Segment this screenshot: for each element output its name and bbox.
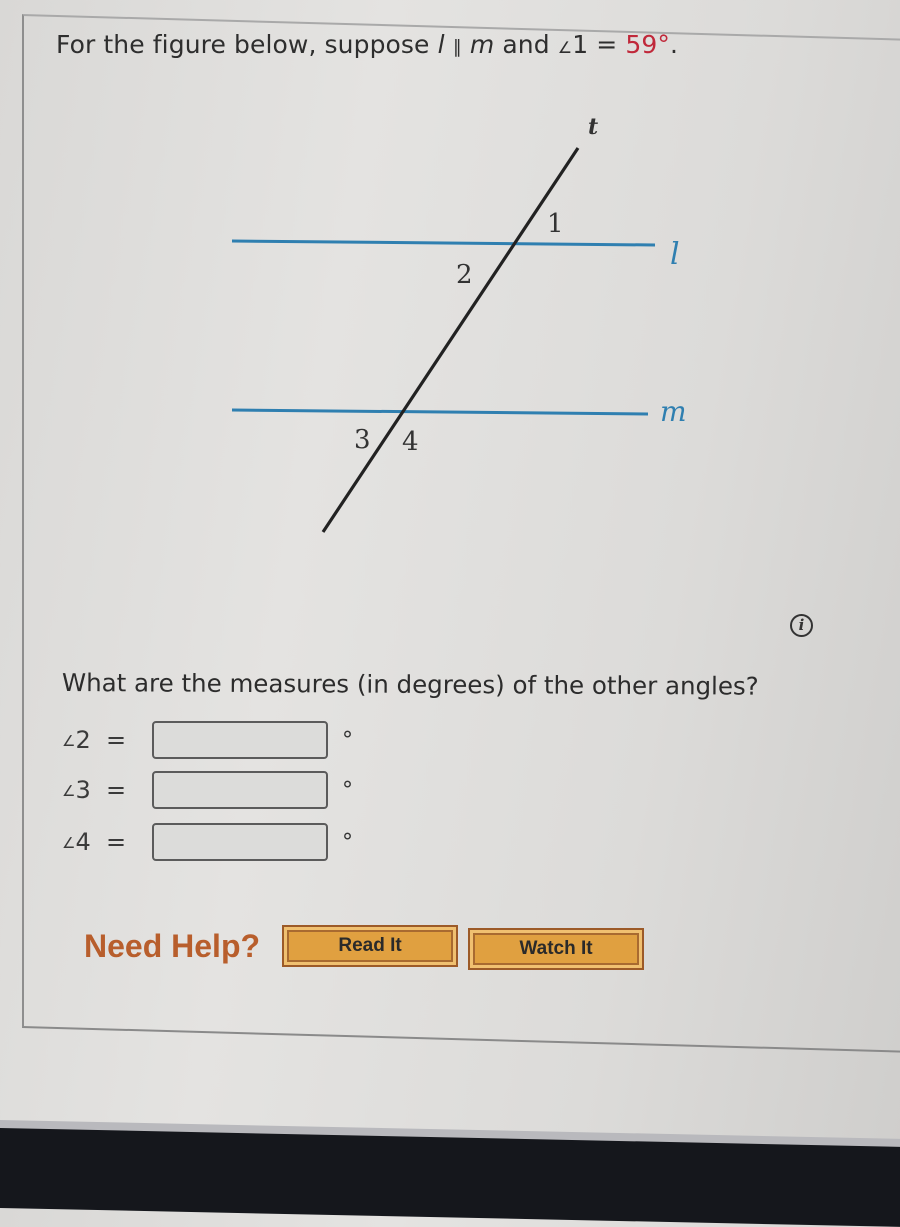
angle-label-1: 1 — [547, 209, 564, 239]
angle-3-input[interactable] — [152, 771, 328, 809]
degree-unit: ° — [342, 777, 353, 803]
angle-label-4: 4 — [402, 427, 419, 457]
parallel-lines-figure: t l m 1 2 3 4 — [231, 114, 687, 533]
angle-2-input[interactable] — [152, 721, 328, 759]
angle-3-label: ∠3 = — [62, 776, 127, 804]
angle-label-3: 3 — [354, 425, 371, 455]
answer-row-angle-2: ∠2 = ° — [62, 718, 353, 762]
info-icon[interactable]: i — [790, 614, 813, 637]
angle-4-label: ∠4 = — [62, 828, 127, 856]
angle-4-input[interactable] — [152, 823, 328, 861]
answer-row-angle-4: ∠4 = ° — [62, 820, 353, 864]
question-text: What are the measures (in degrees) of th… — [61, 668, 759, 701]
need-help-section: Need Help? Read It Watch It — [84, 922, 654, 970]
line-m — [231, 408, 649, 416]
question-content: For the figure below, suppose l ∥ m and … — [0, 0, 900, 1200]
label-t: t — [588, 114, 598, 140]
angle-label-2: 2 — [456, 260, 473, 290]
line-l — [231, 239, 656, 247]
label-m: m — [660, 395, 687, 428]
degree-unit: ° — [342, 727, 353, 753]
angle-2-label: ∠2 = — [62, 726, 127, 754]
watch-it-button[interactable]: Watch It — [468, 928, 645, 970]
degree-unit: ° — [342, 829, 353, 855]
transversal-t — [321, 147, 580, 533]
answer-row-angle-3: ∠3 = ° — [62, 768, 353, 812]
need-help-label: Need Help? — [84, 927, 261, 964]
label-l: l — [670, 237, 680, 272]
read-it-button[interactable]: Read It — [282, 925, 459, 967]
